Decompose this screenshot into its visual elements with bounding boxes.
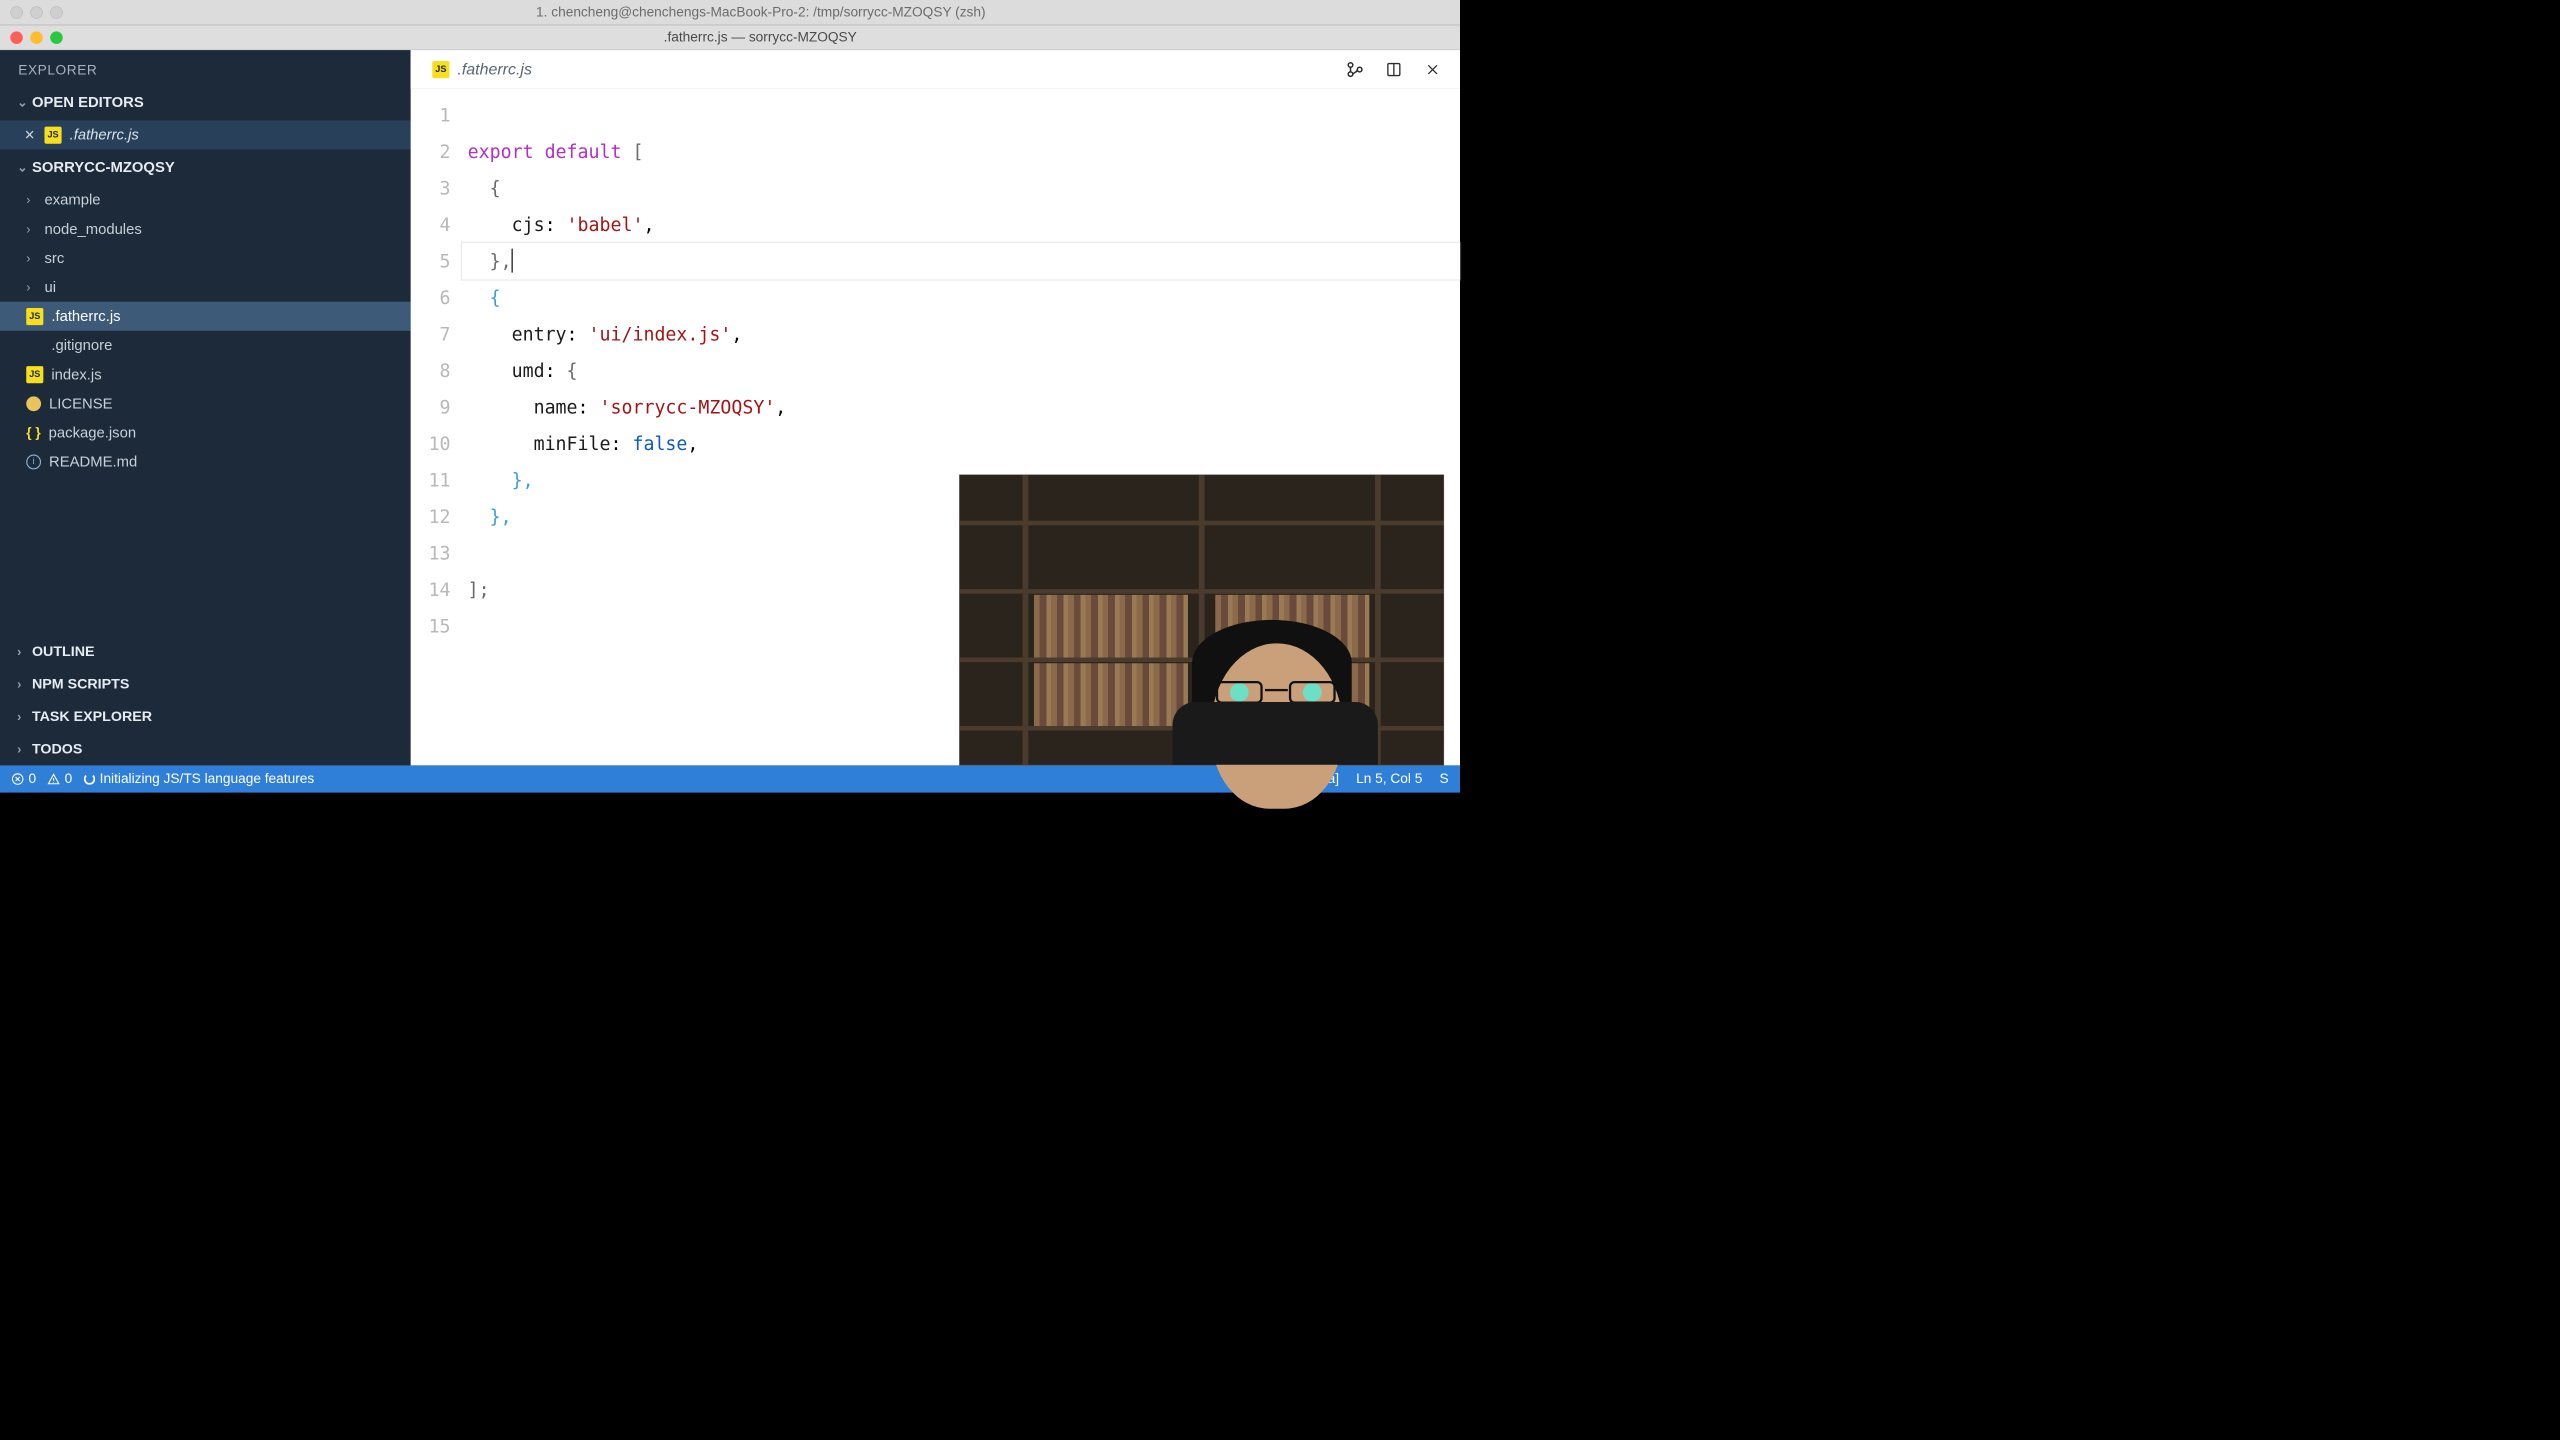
folder-name: node_modules <box>44 220 141 238</box>
code-line: entry: 'ui/index.js', <box>468 316 1460 353</box>
status-initializing: Initializing JS/TS language features <box>84 771 315 787</box>
code-line: export default [ <box>468 133 1460 170</box>
open-editors-label: OPEN EDITORS <box>32 94 144 112</box>
file-name: index.js <box>51 366 101 384</box>
code-line: cjs: 'babel', <box>468 206 1460 243</box>
tab-bar: JS .fatherrc.js <box>411 50 1460 89</box>
code-line: }, <box>468 243 1460 280</box>
file-name: README.md <box>49 453 137 471</box>
status-warnings[interactable]: 0 <box>48 771 73 787</box>
panel-outline[interactable]: › OUTLINE <box>0 635 411 668</box>
panel-task-explorer[interactable]: › TASK EXPLORER <box>0 700 411 733</box>
chevron-right-icon: › <box>26 222 36 237</box>
split-editor-icon[interactable] <box>1382 58 1405 81</box>
status-warning-count: 0 <box>65 771 73 787</box>
traffic-lights-active <box>10 31 62 44</box>
traffic-minimize[interactable] <box>30 31 43 44</box>
chevron-right-icon: › <box>17 709 27 724</box>
chevron-right-icon: › <box>17 742 27 757</box>
tree-file-license[interactable]: LICENSE <box>0 389 411 418</box>
text-cursor <box>512 249 513 273</box>
tree-folder[interactable]: › src <box>0 244 411 273</box>
tree-file-indexjs[interactable]: JS index.js <box>0 360 411 389</box>
tab-fatherrc[interactable]: JS .fatherrc.js <box>420 50 545 88</box>
panel-label: NPM SCRIPTS <box>32 676 129 693</box>
traffic-min-inactive[interactable] <box>30 6 43 19</box>
file-name: .fatherrc.js <box>51 307 120 325</box>
code-line <box>468 97 1460 134</box>
gutter: 1 2 3 4 5 6 7 8 9 10 11 12 13 14 15 <box>411 89 462 765</box>
code-line: name: 'sorrycc-MZOQSY', <box>468 389 1460 426</box>
traffic-lights-inactive <box>10 6 62 19</box>
js-file-icon: JS <box>44 126 61 143</box>
window-title: .fatherrc.js — sorrycc-MZOQSY <box>71 29 1450 45</box>
code-line: { <box>468 279 1460 316</box>
spinner-icon <box>84 773 95 784</box>
folder-name: src <box>44 249 64 267</box>
json-file-icon: { } <box>26 425 40 441</box>
file-name: package.json <box>49 424 136 442</box>
tree-file-fatherrc[interactable]: JS .fatherrc.js <box>0 302 411 331</box>
chevron-right-icon: › <box>17 644 27 659</box>
status-cursor-pos[interactable]: Ln 5, Col 5 <box>1356 771 1422 787</box>
close-icon[interactable]: × <box>23 129 37 140</box>
license-file-icon <box>26 396 41 411</box>
tree-folder[interactable]: › node_modules <box>0 214 411 243</box>
file-name: .gitignore <box>51 336 112 354</box>
tree-file-gitignore[interactable]: .gitignore <box>0 331 411 360</box>
status-initializing-text: Initializing JS/TS language features <box>100 771 315 787</box>
chevron-right-icon: › <box>17 677 27 692</box>
terminal-title: 1. chencheng@chenchengs-MacBook-Pro-2: /… <box>72 4 1450 20</box>
panel-npm-scripts[interactable]: › NPM SCRIPTS <box>0 668 411 701</box>
source-control-icon[interactable] <box>1344 58 1367 81</box>
tree-folder[interactable]: › ui <box>0 273 411 302</box>
chevron-down-icon: ⌄ <box>17 160 27 175</box>
open-editor-filename: .fatherrc.js <box>70 126 139 144</box>
md-file-icon: i <box>26 454 41 469</box>
tab-filename: .fatherrc.js <box>457 60 532 78</box>
open-editors-section[interactable]: ⌄ OPEN EDITORS <box>0 84 411 120</box>
js-file-icon: JS <box>432 61 449 78</box>
traffic-maximize[interactable] <box>50 31 63 44</box>
vscode-titlebar: .fatherrc.js — sorrycc-MZOQSY <box>0 25 1460 50</box>
panel-label: TASK EXPLORER <box>32 708 152 725</box>
js-file-icon: JS <box>26 308 43 325</box>
panel-todos[interactable]: › TODOS <box>0 733 411 766</box>
panel-label: TODOS <box>32 741 82 758</box>
project-label: SORRYCC-MZOQSY <box>32 159 175 177</box>
chevron-right-icon: › <box>26 251 36 266</box>
folder-name: example <box>44 191 100 209</box>
status-errors[interactable]: 0 <box>11 771 36 787</box>
file-tree: › example › node_modules › src › ui JS .fathe… <box>0 185 411 629</box>
js-file-icon: JS <box>26 366 43 383</box>
open-editor-item[interactable]: × JS .fatherrc.js <box>0 120 411 149</box>
traffic-close-inactive[interactable] <box>10 6 23 19</box>
code-line: minFile: false, <box>468 425 1460 462</box>
project-section[interactable]: ⌄ SORRYCC-MZOQSY <box>0 149 411 185</box>
file-name: LICENSE <box>49 395 112 413</box>
chevron-right-icon: › <box>26 280 36 295</box>
chevron-right-icon: › <box>26 192 36 207</box>
explorer-header: EXPLORER <box>0 50 411 84</box>
close-icon[interactable] <box>1421 58 1444 81</box>
editor-area: JS .fatherrc.js 1 2 3 4 5 6 7 <box>411 50 1460 765</box>
code-line: { <box>468 170 1460 207</box>
webcam-overlay <box>959 475 1444 766</box>
status-truncated: S <box>1439 771 1448 787</box>
folder-name: ui <box>44 278 56 296</box>
chevron-down-icon: ⌄ <box>17 95 27 110</box>
tree-file-readme[interactable]: i README.md <box>0 447 411 476</box>
status-error-count: 0 <box>29 771 37 787</box>
traffic-max-inactive[interactable] <box>50 6 63 19</box>
sidebar: EXPLORER ⌄ OPEN EDITORS × JS .fatherrc.j… <box>0 50 411 765</box>
code-line: umd: { <box>468 352 1460 389</box>
terminal-titlebar: 1. chencheng@chenchengs-MacBook-Pro-2: /… <box>0 0 1460 25</box>
panel-label: OUTLINE <box>32 643 95 660</box>
traffic-close[interactable] <box>10 31 23 44</box>
tree-folder[interactable]: › example <box>0 185 411 214</box>
tree-file-packagejson[interactable]: { } package.json <box>0 418 411 447</box>
